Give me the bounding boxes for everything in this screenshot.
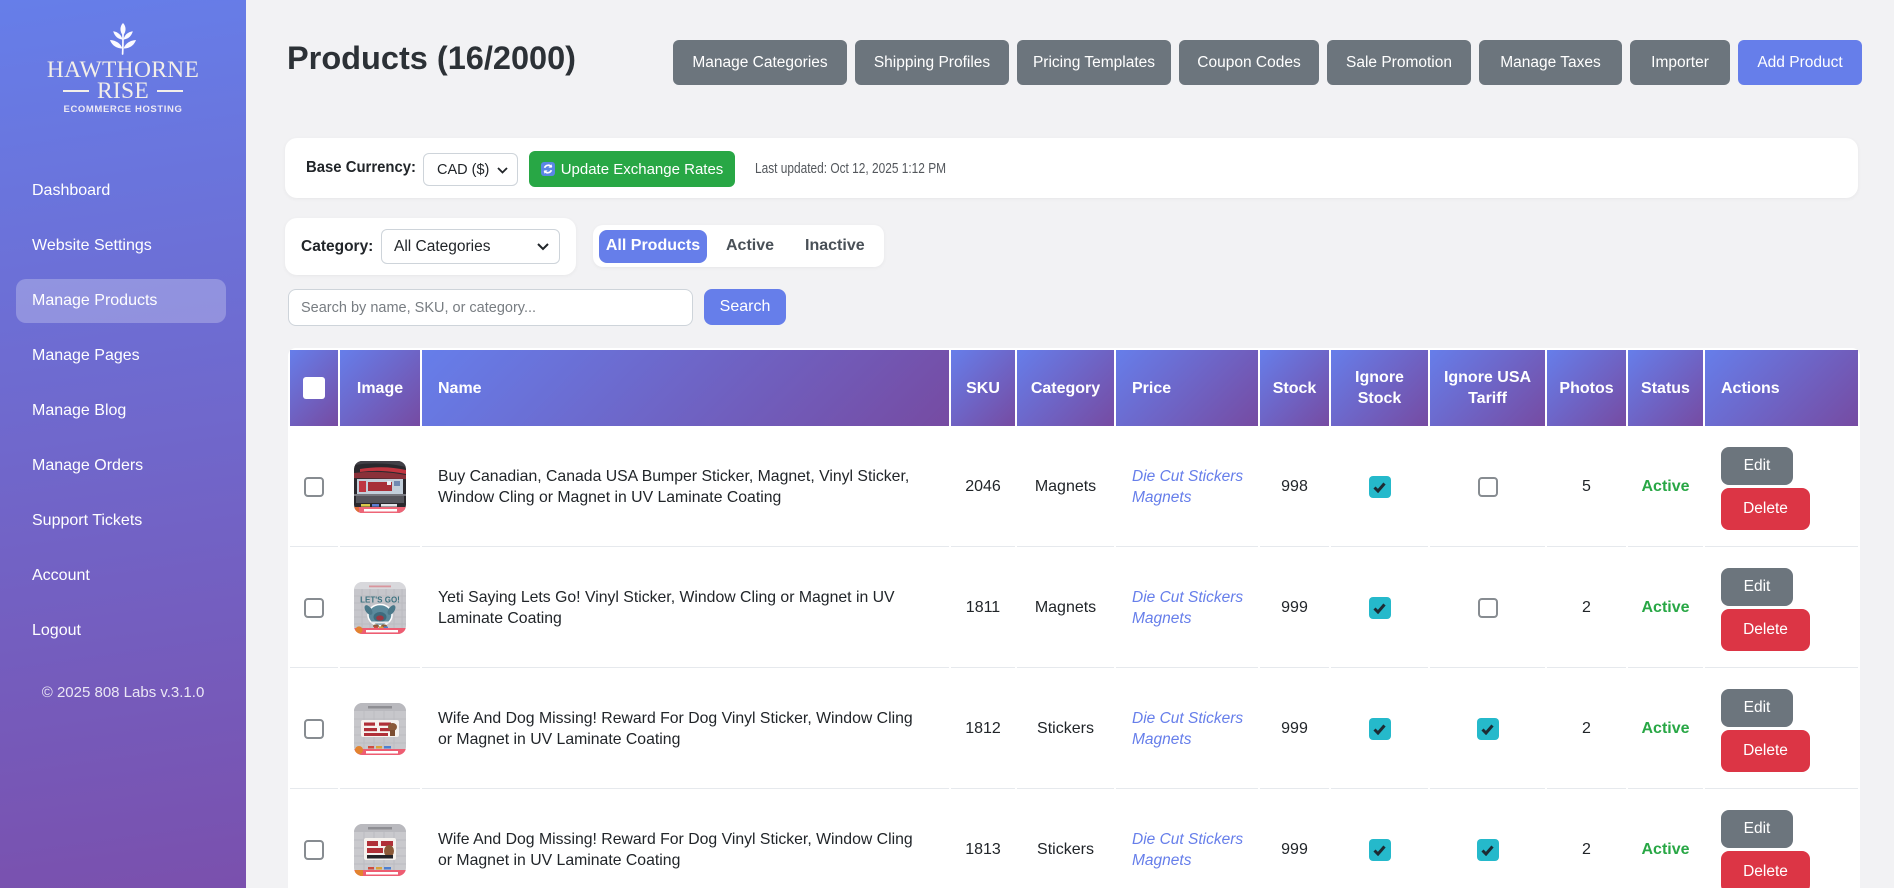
svg-text:LET'S GO!: LET'S GO! — [360, 596, 400, 605]
